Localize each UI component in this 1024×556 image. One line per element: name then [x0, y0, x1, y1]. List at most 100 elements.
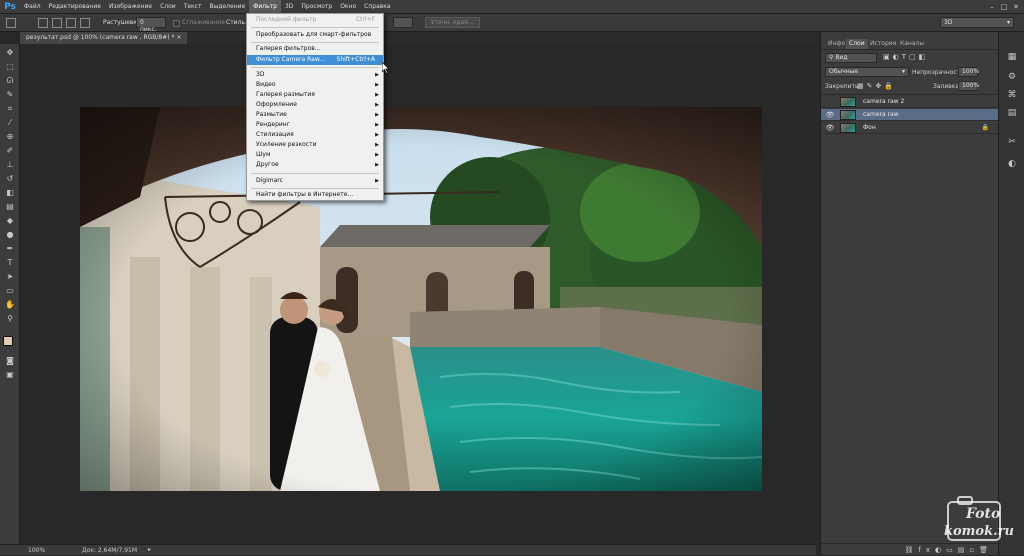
menu-noise-sub[interactable]: Шум ▶	[247, 150, 383, 160]
subtract-selection-icon[interactable]	[66, 18, 76, 28]
menu-edit[interactable]: Редактирование	[45, 0, 105, 14]
antialias-checkbox[interactable]	[173, 20, 180, 27]
blend-mode-select[interactable]: Обычные ▾	[825, 67, 909, 77]
menu-blur-sub[interactable]: Размытие ▶	[247, 110, 383, 120]
menu-digimarc-sub[interactable]: Digimarc ▶	[247, 176, 383, 186]
move-tool-icon[interactable]: ✥	[4, 48, 16, 58]
menu-convert-smart[interactable]: Преобразовать для смарт-фильтров	[247, 30, 383, 40]
dodge-icon[interactable]: ●	[4, 230, 16, 240]
menu-view[interactable]: Просмотр	[297, 0, 336, 14]
history-brush-icon[interactable]: ↺	[4, 174, 16, 184]
quick-mask-icon[interactable]: ◙	[4, 356, 16, 366]
menu-other-sub[interactable]: Другое ▶	[247, 160, 383, 170]
styles-panel-icon[interactable]: ▤	[1005, 106, 1019, 120]
menu-sharpen-sub[interactable]: Усиление резкости ▶	[247, 140, 383, 150]
maximize-icon[interactable]: □	[998, 0, 1010, 14]
foreground-color[interactable]	[3, 336, 13, 346]
path-select-icon[interactable]: ➤	[4, 272, 16, 282]
tab-channels[interactable]: Каналы	[897, 39, 927, 49]
workspace-value: 3D	[944, 19, 953, 26]
screen-mode-icon[interactable]: ▣	[4, 370, 16, 380]
menu-stylize-sub[interactable]: Стилизация ▶	[247, 130, 383, 140]
clone-stamp-icon[interactable]: ⊥	[4, 160, 16, 170]
submenu-label: Оформление	[256, 101, 297, 108]
height-input[interactable]	[393, 17, 413, 28]
eraser-icon[interactable]: ◧	[4, 188, 16, 198]
minimize-icon[interactable]: –	[986, 0, 998, 14]
eyedropper-icon[interactable]: ⁄	[4, 118, 16, 128]
marquee-tool-icon[interactable]	[6, 18, 16, 28]
new-selection-icon[interactable]	[38, 18, 48, 28]
menu-camera-raw[interactable]: Фильтр Camera Raw... Shift+Ctrl+A	[247, 55, 383, 65]
menu-type[interactable]: Текст	[180, 0, 206, 14]
tab-info[interactable]: Инфо	[825, 39, 848, 49]
type-tool-icon[interactable]: T	[4, 258, 16, 268]
menu-render-sub[interactable]: Рендеринг ▶	[247, 120, 383, 130]
kind-filter-select[interactable]: ⚲ Вид	[825, 53, 877, 63]
lock-icons[interactable]: ▦✎✥🔒	[857, 82, 896, 90]
menu-video-sub[interactable]: Видео ▶	[247, 80, 383, 90]
brush-panel-icon[interactable]: ⌘	[1005, 88, 1019, 102]
swatches-panel-icon[interactable]: ⚙	[1005, 70, 1019, 84]
workspace-select[interactable]: 3D ▾	[940, 17, 1014, 28]
lasso-icon[interactable]: ᘏ	[4, 76, 16, 86]
opacity-input[interactable]: 100%	[958, 67, 979, 77]
submenu-label: Галерея размытия	[256, 91, 315, 98]
layer-comps-icon[interactable]: ◐	[1005, 157, 1019, 171]
tool-presets-icon[interactable]: ✂	[1005, 135, 1019, 149]
tab-history[interactable]: История	[867, 39, 899, 49]
visibility-toggle[interactable]	[825, 97, 835, 107]
menu-3d[interactable]: 3D	[281, 0, 297, 14]
intersect-selection-icon[interactable]	[80, 18, 90, 28]
submenu-label: Шум	[256, 151, 271, 158]
shape-icon[interactable]: ▭	[4, 286, 16, 296]
zoom-icon[interactable]: ⚲	[4, 314, 16, 324]
menu-3d-sub[interactable]: 3D ▶	[247, 70, 383, 80]
eye-icon[interactable]: 👁	[825, 110, 835, 120]
crop-icon[interactable]: ⌗	[4, 104, 16, 114]
menu-separator	[251, 27, 379, 28]
blur-icon[interactable]: ◆	[4, 216, 16, 226]
watermark-logo: Foto komok.ru	[944, 494, 1020, 550]
menu-image[interactable]: Изображение	[105, 0, 156, 14]
eye-icon[interactable]: 👁	[825, 123, 835, 133]
menu-window[interactable]: Окно	[336, 0, 360, 14]
zoom-level[interactable]: 100%	[28, 547, 45, 554]
status-arrow-icon[interactable]: ▸	[148, 546, 151, 553]
layer-row[interactable]: 👁 Фон 🔒	[821, 122, 999, 134]
document-image[interactable]	[80, 107, 762, 491]
color-panel-icon[interactable]: ▦	[1005, 50, 1019, 64]
layer-row[interactable]: 👁 camera raw	[821, 109, 999, 121]
layer-thumbnail	[840, 97, 856, 107]
brush-icon[interactable]: ✐	[4, 146, 16, 156]
quick-select-icon[interactable]: ✎	[4, 90, 16, 100]
document-tab[interactable]: результат.psd @ 100% (camera raw , RGB/8…	[20, 32, 188, 44]
healing-brush-icon[interactable]: ⊕	[4, 132, 16, 142]
hand-icon[interactable]: ✋	[4, 300, 16, 310]
tab-layers[interactable]: Слои	[846, 39, 868, 49]
menu-help[interactable]: Справка	[360, 0, 394, 14]
menu-browse-filters[interactable]: Найти фильтры в Интернете...	[247, 190, 383, 200]
feather-input[interactable]: 0 пикс.	[136, 17, 166, 33]
layer-row[interactable]: camera raw 2	[821, 96, 999, 108]
layer-thumbnail	[840, 110, 856, 120]
refine-edge-button[interactable]: Уточн. край...	[425, 17, 480, 28]
pen-icon[interactable]: ✒	[4, 244, 16, 254]
window-controls: – □ ✕	[986, 0, 1022, 14]
menu-filter[interactable]: Фильтр	[249, 0, 281, 14]
menu-blur-gallery-sub[interactable]: Галерея размытия ▶	[247, 90, 383, 100]
menu-filter-gallery[interactable]: Галерея фильтров...	[247, 44, 383, 54]
add-selection-icon[interactable]	[52, 18, 62, 28]
menu-layers[interactable]: Слои	[156, 0, 180, 14]
menu-select[interactable]: Выделение	[205, 0, 249, 14]
layer-thumbnail	[840, 123, 856, 133]
close-tab-icon[interactable]: ×	[176, 34, 181, 41]
layer-filter-icons[interactable]: ▣◐T▢◧	[883, 53, 928, 61]
submenu-arrow-icon: ▶	[375, 72, 379, 78]
gradient-icon[interactable]: ▤	[4, 202, 16, 212]
fill-input[interactable]: 100%	[958, 81, 979, 91]
menu-file[interactable]: Файл	[20, 0, 45, 14]
menu-artistic-sub[interactable]: Оформление ▶	[247, 100, 383, 110]
close-icon[interactable]: ✕	[1010, 0, 1022, 14]
marquee-icon[interactable]: ⬚	[4, 62, 16, 72]
